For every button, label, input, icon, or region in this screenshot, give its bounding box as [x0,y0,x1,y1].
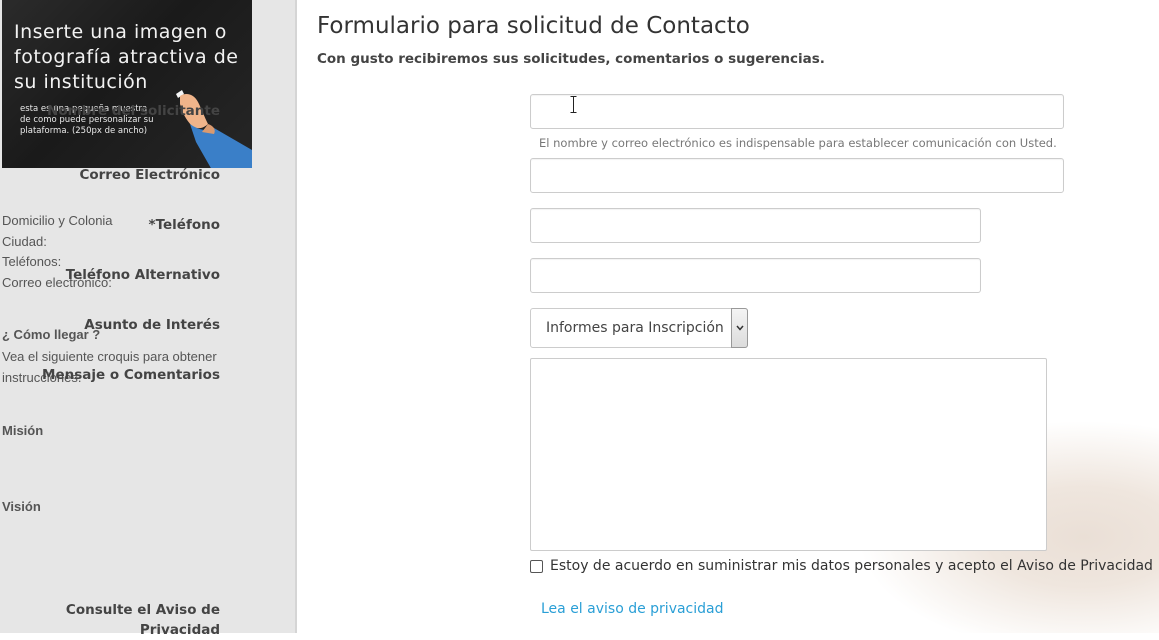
name-help-text: El nombre y correo electrónico es indisp… [539,136,1057,150]
name-field[interactable] [530,94,1064,129]
subject-select-value: Informes para Inscripción [546,320,724,336]
privacy-link[interactable]: Lea el aviso de privacidad [541,601,724,617]
alt-phone-label: Teléfono Alternativo [65,267,220,283]
institution-banner-image: Inserte una imagen o fotografía atractiv… [2,0,252,168]
page-title: Formulario para solicitud de Contacto [317,13,750,39]
vision-heading: Visión [2,499,41,514]
email-label: Correo Electrónico [79,167,220,183]
page-subtitle: Con gusto recibiremos sus solicitudes, c… [317,51,825,67]
consent-checkbox[interactable] [530,560,543,573]
consent-label[interactable]: Estoy de acuerdo en suministrar mis dato… [550,558,1153,574]
subject-label: Asunto de Interés [84,317,220,333]
hand-with-chalk-icon [176,90,252,168]
city-label: Ciudad: [2,233,47,249]
text-cursor-icon [570,96,577,113]
mission-heading: Misión [2,423,44,438]
alt-phone-field[interactable] [530,258,981,293]
subject-select[interactable]: Informes para Inscripción [530,308,748,348]
email-field[interactable] [530,158,1064,193]
contact-form-area: Formulario para solicitud de Contacto Co… [42,0,1159,638]
chevron-down-icon[interactable] [731,308,748,348]
phone-field[interactable] [530,208,981,243]
privacy-label: Consulte el Aviso de Privacidad [65,602,220,638]
message-textarea[interactable] [530,358,1047,551]
message-label: Mensaje o Comentarios [42,367,220,383]
phone-label: *Teléfono [148,217,220,233]
name-label: Nombre del solicitante [47,103,220,119]
